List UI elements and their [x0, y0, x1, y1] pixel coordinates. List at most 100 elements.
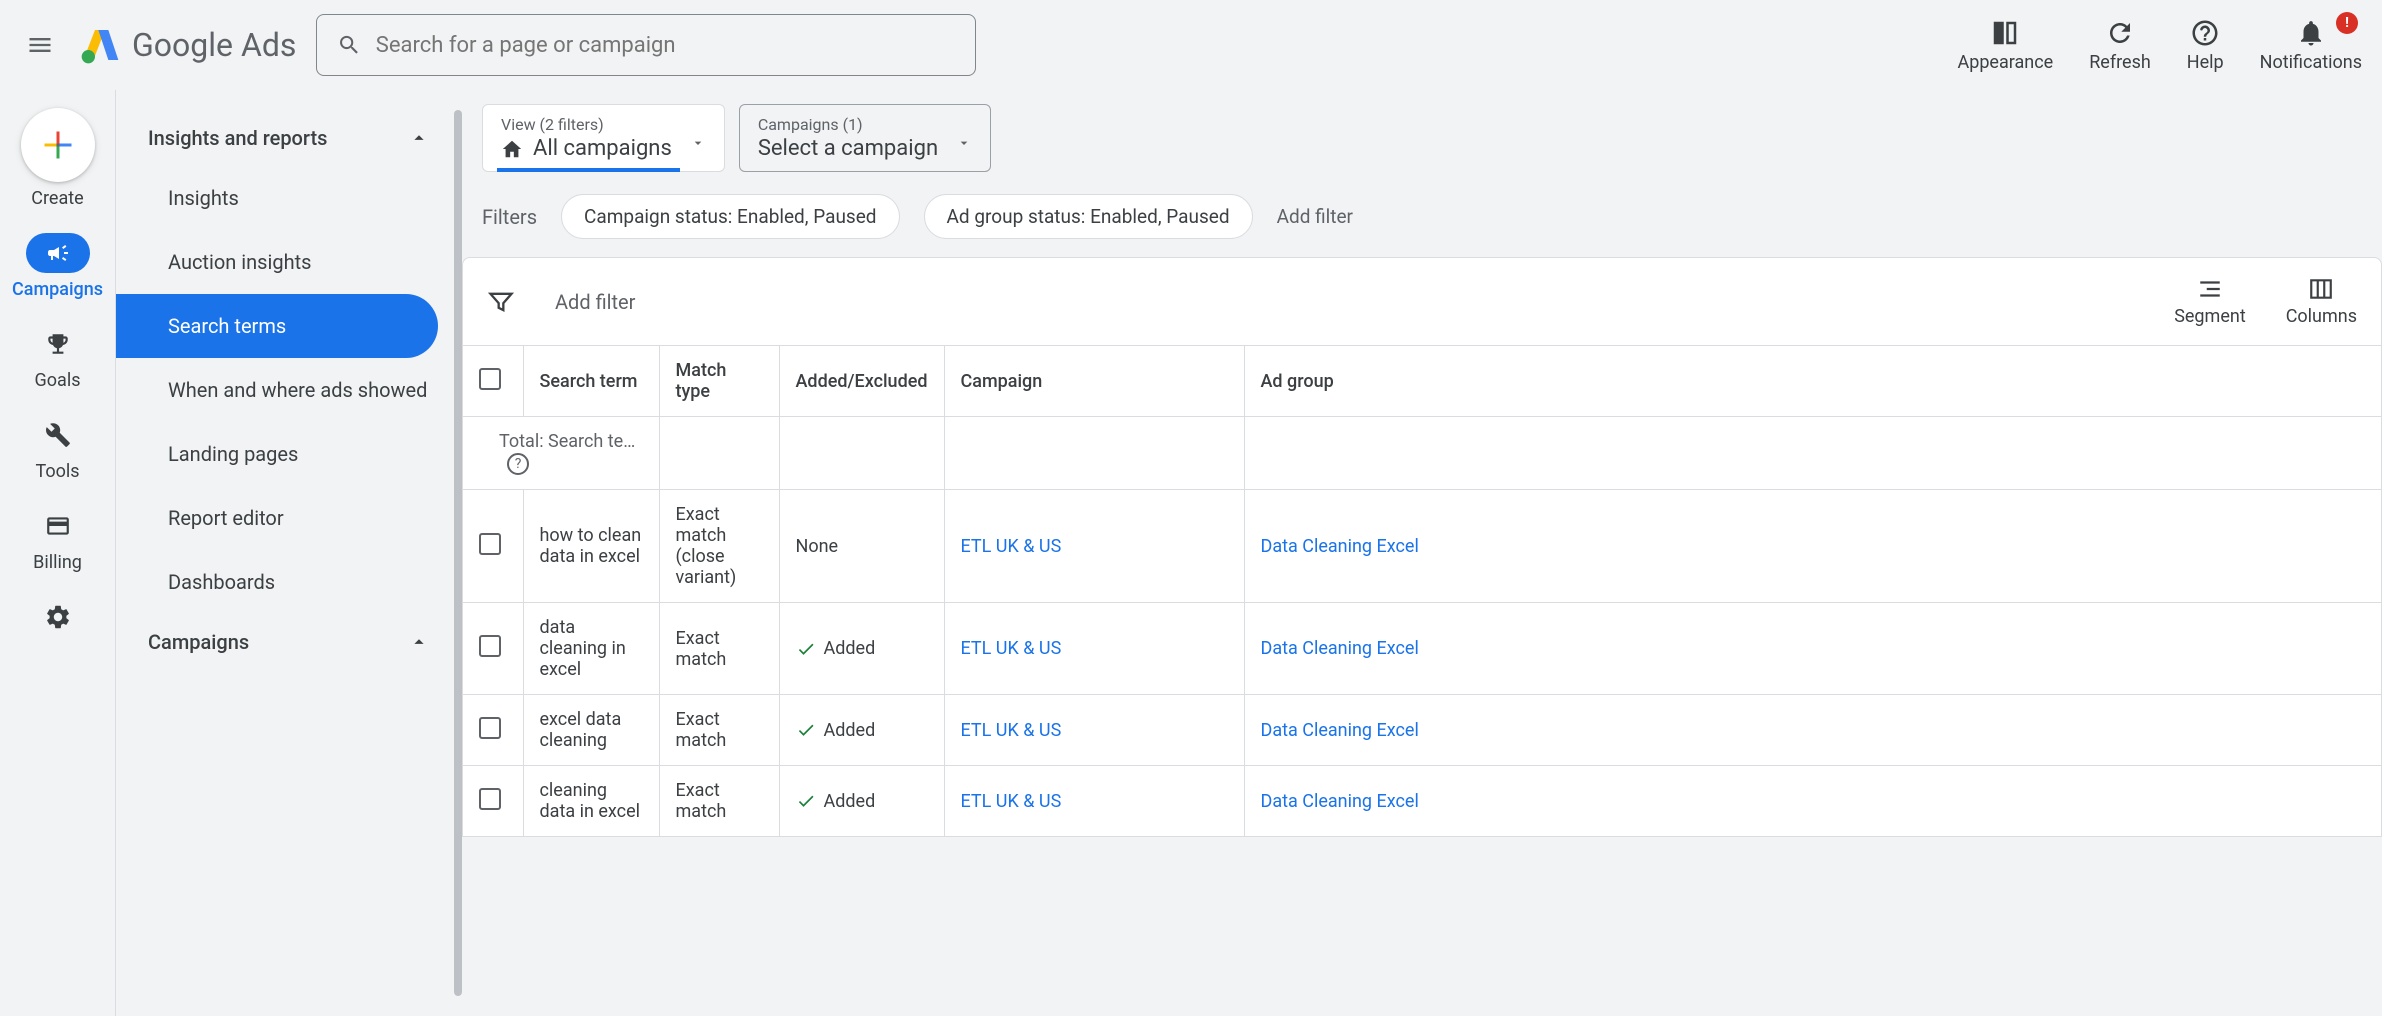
sidebar-item-landing[interactable]: Landing pages [116, 422, 462, 486]
create-fab[interactable] [21, 108, 95, 182]
cell-match-type: Exact match [659, 603, 779, 695]
search-icon [337, 32, 361, 58]
row-checkbox-cell[interactable] [463, 766, 523, 837]
rail-billing[interactable]: Billing [26, 506, 90, 573]
menu-icon[interactable] [20, 25, 60, 65]
checkbox[interactable] [479, 368, 501, 390]
help-icon [2190, 18, 2220, 48]
checkbox[interactable] [479, 788, 501, 810]
table-row: data cleaning in excelExact matchAddedET… [463, 603, 2381, 695]
rail-settings[interactable] [26, 597, 90, 637]
sidebar-item-auction[interactable]: Auction insights [116, 230, 462, 294]
sidebar-scrollbar[interactable] [454, 110, 462, 996]
cell-added: Added [779, 603, 944, 695]
cell-ad-group[interactable]: Data Cleaning Excel [1244, 490, 2381, 603]
col-search-term[interactable]: Search term [523, 346, 659, 417]
refresh-button[interactable]: Refresh [2089, 18, 2151, 73]
row-checkbox-cell[interactable] [463, 490, 523, 603]
trophy-icon [26, 324, 90, 364]
table-row: how to clean data in excelExact match (c… [463, 490, 2381, 603]
filters-row: Filters Campaign status: Enabled, Paused… [482, 186, 2362, 257]
segment-icon [2197, 276, 2223, 302]
rail-goals[interactable]: Goals [26, 324, 90, 391]
sidebar-item-search-terms[interactable]: Search terms [116, 294, 438, 358]
view-selector[interactable]: View (2 filters) All campaigns [482, 104, 725, 172]
filter-chip-adgroup-status[interactable]: Ad group status: Enabled, Paused [924, 194, 1253, 239]
table-add-filter[interactable]: Add filter [555, 290, 635, 314]
notifications-button[interactable]: ! Notifications [2260, 18, 2362, 73]
table-row: excel data cleaningExact matchAddedETL U… [463, 695, 2381, 766]
filter-icon[interactable] [487, 288, 515, 316]
help-button[interactable]: Help [2187, 18, 2224, 73]
cell-search-term: cleaning data in excel [523, 766, 659, 837]
content-area: View (2 filters) All campaigns Campaigns… [462, 90, 2382, 1016]
cell-ad-group[interactable]: Data Cleaning Excel [1244, 766, 2381, 837]
search-input[interactable] [376, 33, 956, 58]
bell-icon [2296, 18, 2326, 48]
search-terms-table: Search term Match type Added/Excluded Ca… [463, 345, 2381, 836]
col-match-type[interactable]: Match type [659, 346, 779, 417]
cell-ad-group[interactable]: Data Cleaning Excel [1244, 603, 2381, 695]
appearance-button[interactable]: Appearance [1957, 18, 2053, 73]
select-all-cell[interactable] [463, 346, 523, 417]
check-icon [796, 639, 816, 659]
notification-badge: ! [2336, 12, 2358, 34]
cell-added: Added [779, 695, 944, 766]
google-ads-logo-icon [80, 25, 120, 65]
segment-button[interactable]: Segment [2174, 276, 2246, 327]
chevron-down-icon [690, 135, 706, 151]
check-icon [796, 791, 816, 811]
sidebar-item-dashboards[interactable]: Dashboards [116, 550, 462, 614]
cell-search-term: excel data cleaning [523, 695, 659, 766]
cell-campaign[interactable]: ETL UK & US [944, 603, 1244, 695]
row-checkbox-cell[interactable] [463, 695, 523, 766]
checkbox[interactable] [479, 533, 501, 555]
logo-text: Google Ads [132, 26, 296, 64]
sidebar-item-insights[interactable]: Insights [116, 166, 462, 230]
rail-campaigns[interactable]: Campaigns [12, 233, 103, 300]
sidebar-section-insights[interactable]: Insights and reports [116, 110, 462, 166]
table-row: cleaning data in excelExact matchAddedET… [463, 766, 2381, 837]
chevron-up-icon [408, 127, 430, 149]
rail-create[interactable]: Create [21, 108, 95, 209]
col-added-excluded[interactable]: Added/Excluded [779, 346, 944, 417]
home-icon [501, 138, 523, 160]
add-filter-link[interactable]: Add filter [1277, 205, 1353, 228]
campaign-selector[interactable]: Campaigns (1) Select a campaign [739, 104, 991, 172]
cell-campaign[interactable]: ETL UK & US [944, 766, 1244, 837]
help-icon[interactable]: ? [507, 453, 529, 475]
appearance-icon [1990, 18, 2020, 48]
cell-ad-group[interactable]: Data Cleaning Excel [1244, 695, 2381, 766]
checkbox[interactable] [479, 635, 501, 657]
tools-icon [26, 415, 90, 455]
total-row: Total: Search te… ? [463, 417, 2381, 490]
sidebar-item-when-where[interactable]: When and where ads showed [116, 358, 462, 422]
table-header-row: Search term Match type Added/Excluded Ca… [463, 346, 2381, 417]
row-checkbox-cell[interactable] [463, 603, 523, 695]
checkbox[interactable] [479, 717, 501, 739]
filter-chip-campaign-status[interactable]: Campaign status: Enabled, Paused [561, 194, 899, 239]
nav-rail: Create Campaigns Goals Tools Billing [0, 90, 116, 1016]
rail-tools[interactable]: Tools [26, 415, 90, 482]
chevron-up-icon [408, 631, 430, 653]
cell-campaign[interactable]: ETL UK & US [944, 490, 1244, 603]
cell-added: None [779, 490, 944, 603]
refresh-icon [2105, 18, 2135, 48]
logo[interactable]: Google Ads [80, 25, 296, 65]
check-icon [796, 720, 816, 740]
sidebar-section-campaigns[interactable]: Campaigns [116, 614, 462, 670]
columns-button[interactable]: Columns [2286, 276, 2357, 327]
table-container: Add filter Segment Columns Search term M… [462, 257, 2382, 837]
sidebar: Insights and reports Insights Auction in… [116, 90, 462, 1016]
cell-match-type: Exact match (close variant) [659, 490, 779, 603]
campaigns-icon [26, 233, 90, 273]
col-ad-group[interactable]: Ad group [1244, 346, 2381, 417]
sidebar-item-report-editor[interactable]: Report editor [116, 486, 462, 550]
cell-match-type: Exact match [659, 766, 779, 837]
header-actions: Appearance Refresh Help ! Notifications [1957, 18, 2362, 73]
cell-campaign[interactable]: ETL UK & US [944, 695, 1244, 766]
search-bar[interactable] [316, 14, 976, 76]
plus-icon [40, 127, 76, 163]
col-campaign[interactable]: Campaign [944, 346, 1244, 417]
chevron-down-icon [956, 135, 972, 151]
